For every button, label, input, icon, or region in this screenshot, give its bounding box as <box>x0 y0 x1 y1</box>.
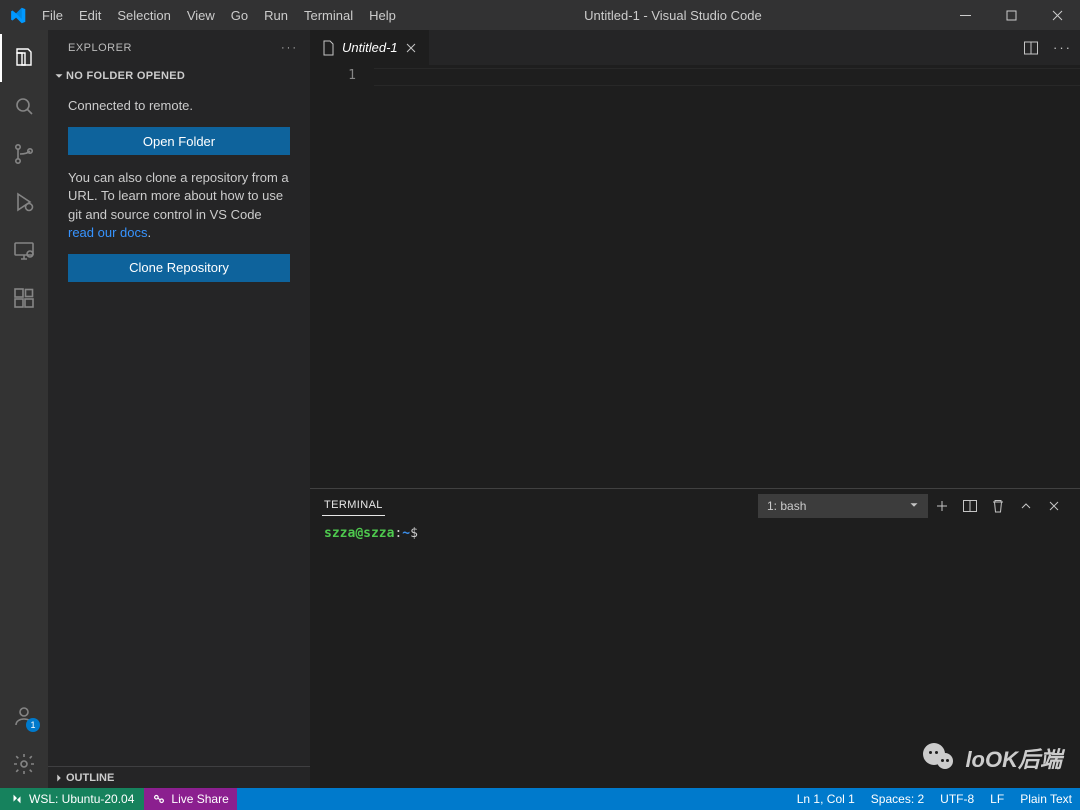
search-icon[interactable] <box>0 82 48 130</box>
activity-bar: 1 <box>0 30 48 788</box>
remote-label: WSL: Ubuntu-20.04 <box>29 792 134 806</box>
editor-zone: Untitled-1 ··· 1 TERMINAL <box>310 30 1080 788</box>
outline-section[interactable]: OUTLINE <box>48 766 310 788</box>
status-bar: WSL: Ubuntu-20.04 Live Share Ln 1, Col 1… <box>0 788 1080 810</box>
accounts-badge: 1 <box>26 718 40 732</box>
terminal-path: ~ <box>402 526 410 541</box>
tab-bar: Untitled-1 ··· <box>310 30 1080 65</box>
menu-run[interactable]: Run <box>256 0 296 30</box>
language-mode[interactable]: Plain Text <box>1012 788 1080 810</box>
menu-go[interactable]: Go <box>223 0 256 30</box>
live-share-button[interactable]: Live Share <box>144 788 236 810</box>
menu-file[interactable]: File <box>34 0 71 30</box>
active-line-highlight <box>374 68 1080 86</box>
terminal-body[interactable]: szza@szza:~$ <box>310 522 1080 788</box>
terminal-user: szza <box>324 526 355 541</box>
indentation-status[interactable]: Spaces: 2 <box>863 788 932 810</box>
cursor-position[interactable]: Ln 1, Col 1 <box>789 788 863 810</box>
extensions-icon[interactable] <box>0 274 48 322</box>
terminal-selector[interactable]: 1: bash <box>758 494 928 518</box>
tab-untitled-1[interactable]: Untitled-1 <box>310 30 430 65</box>
terminal-host: szza <box>363 526 394 541</box>
window-title: Untitled-1 - Visual Studio Code <box>404 8 942 23</box>
connected-text: Connected to remote. <box>68 97 290 115</box>
tab-label: Untitled-1 <box>342 40 398 55</box>
file-icon <box>320 40 336 56</box>
text-editor[interactable] <box>374 65 1080 488</box>
explorer-icon[interactable] <box>0 34 48 82</box>
accounts-icon[interactable]: 1 <box>0 692 48 740</box>
editor-more-icon[interactable]: ··· <box>1053 40 1072 55</box>
clone-repository-button[interactable]: Clone Repository <box>68 254 290 282</box>
close-panel-icon[interactable] <box>1040 492 1068 520</box>
remote-indicator[interactable]: WSL: Ubuntu-20.04 <box>0 788 144 810</box>
menu-view[interactable]: View <box>179 0 223 30</box>
menu-selection[interactable]: Selection <box>109 0 178 30</box>
close-button[interactable] <box>1034 0 1080 30</box>
terminal-selector-label: 1: bash <box>767 499 806 513</box>
split-editor-icon[interactable] <box>1023 40 1039 56</box>
clone-help-text: You can also clone a repository from a U… <box>68 169 290 242</box>
eol-status[interactable]: LF <box>982 788 1012 810</box>
encoding-status[interactable]: UTF-8 <box>932 788 982 810</box>
chevron-down-icon <box>907 498 921 512</box>
menu-help[interactable]: Help <box>361 0 404 30</box>
run-debug-icon[interactable] <box>0 178 48 226</box>
sidebar: EXPLORER ··· NO FOLDER OPENED Connected … <box>48 30 310 788</box>
terminal-panel: TERMINAL 1: bash <box>310 488 1080 788</box>
chevron-down-icon <box>52 69 66 83</box>
read-our-docs-link[interactable]: read our docs <box>68 225 148 240</box>
menu-terminal[interactable]: Terminal <box>296 0 361 30</box>
no-folder-section[interactable]: NO FOLDER OPENED <box>48 65 310 87</box>
maximize-button[interactable] <box>988 0 1034 30</box>
kill-terminal-icon[interactable] <box>984 492 1012 520</box>
title-bar: File Edit Selection View Go Run Terminal… <box>0 0 1080 30</box>
live-share-label: Live Share <box>171 792 228 806</box>
menu-edit[interactable]: Edit <box>71 0 109 30</box>
menu-bar: File Edit Selection View Go Run Terminal… <box>34 0 404 30</box>
chevron-right-icon <box>52 771 66 785</box>
no-folder-label: NO FOLDER OPENED <box>66 70 185 82</box>
outline-label: OUTLINE <box>66 772 114 784</box>
source-control-icon[interactable] <box>0 130 48 178</box>
sidebar-more-icon[interactable]: ··· <box>281 42 298 54</box>
line-gutter: 1 <box>310 65 374 488</box>
minimize-button[interactable] <box>942 0 988 30</box>
line-number: 1 <box>310 68 356 83</box>
maximize-panel-icon[interactable] <box>1012 492 1040 520</box>
live-share-icon <box>152 792 166 806</box>
terminal-prompt-symbol: $ <box>410 526 418 541</box>
remote-explorer-icon[interactable] <box>0 226 48 274</box>
settings-gear-icon[interactable] <box>0 740 48 788</box>
vscode-logo-icon <box>0 7 34 24</box>
split-terminal-icon[interactable] <box>956 492 984 520</box>
window-controls <box>942 0 1080 30</box>
open-folder-button[interactable]: Open Folder <box>68 127 290 155</box>
sidebar-title: EXPLORER <box>68 42 132 54</box>
close-tab-icon[interactable] <box>404 41 418 55</box>
remote-icon <box>10 792 24 806</box>
terminal-tab[interactable]: TERMINAL <box>322 495 385 516</box>
new-terminal-icon[interactable] <box>928 492 956 520</box>
